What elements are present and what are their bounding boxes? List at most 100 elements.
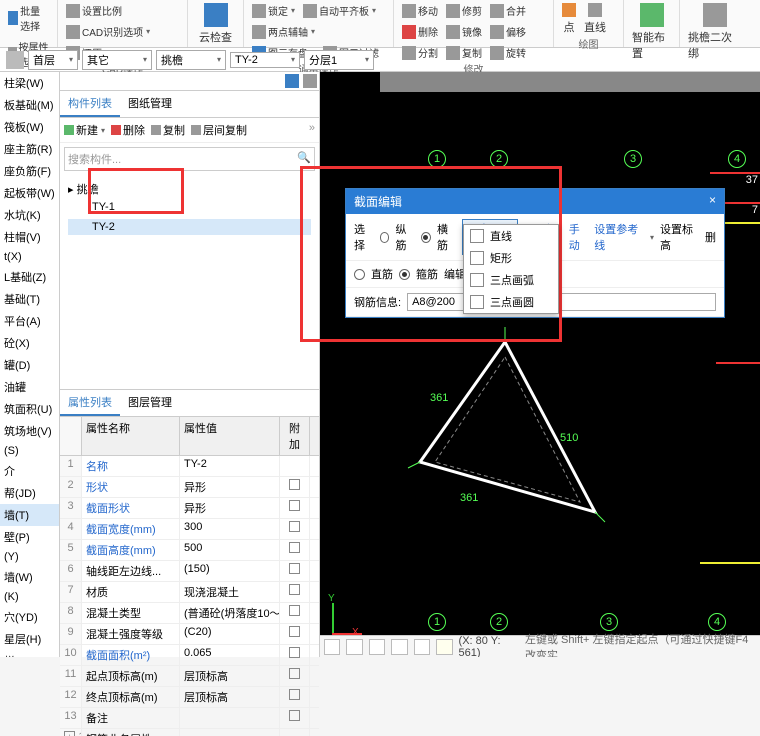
nav-item[interactable]: 墙(T) — [0, 504, 59, 526]
menu-rect[interactable]: 矩形 — [464, 247, 558, 269]
split[interactable]: 分割 — [400, 44, 440, 61]
search-input[interactable]: 搜索构件... 🔍 — [64, 147, 315, 171]
prop-row[interactable]: 5截面高度(mm)500 — [60, 540, 319, 561]
rotate[interactable]: 旋转 — [488, 44, 528, 61]
menu-3pt-circle[interactable]: 三点画圆 — [464, 291, 558, 313]
set-scale[interactable]: 设置比例 — [64, 2, 124, 19]
category-combo[interactable]: 其它▾ — [82, 50, 152, 70]
move[interactable]: 移动 — [400, 2, 440, 19]
nav-item[interactable]: 起板带(W) — [0, 182, 59, 204]
nav-item[interactable]: 水坑(K) — [0, 204, 59, 226]
nav-item[interactable]: 罐(D) — [0, 354, 59, 376]
prop-row[interactable]: 9混凝土强度等级(C20) — [60, 624, 319, 645]
prop-row[interactable]: 8混凝土类型(普通砼(坍落度10～90... — [60, 603, 319, 624]
menu-3pt-arc[interactable]: 三点画弧 — [464, 269, 558, 291]
tree-item-ty2[interactable]: TY-2 — [68, 219, 311, 235]
tree-item-ty1[interactable]: TY-1 — [68, 199, 311, 215]
prop-row[interactable]: 7材质现浇混凝土 — [60, 582, 319, 603]
tab-components[interactable]: 构件列表 — [60, 91, 120, 117]
close-icon[interactable]: × — [709, 193, 716, 210]
link-set-ref[interactable]: 设置参考线 — [594, 221, 643, 253]
layer-copy-button[interactable]: 层间复制 — [191, 122, 247, 138]
nav-item[interactable]: 介 — [0, 460, 59, 482]
link-manual[interactable]: 手动 — [569, 221, 589, 253]
merge[interactable]: 合并 — [488, 2, 528, 19]
prop-row[interactable]: 2形状异形 — [60, 477, 319, 498]
auto-level[interactable]: 自动平齐板▾ — [301, 2, 378, 19]
nav-item[interactable]: 柱梁(W) — [0, 72, 59, 94]
tree-root[interactable]: ▸ 挑檐 — [68, 179, 311, 199]
cad-options[interactable]: CAD识别选项▾ — [64, 23, 152, 40]
prop-row[interactable]: 6轴线距左边线...(150) — [60, 561, 319, 582]
nav-item[interactable]: 筏板(W) — [0, 116, 59, 138]
nav-item[interactable]: 座负筋(F) — [0, 160, 59, 182]
sb-btn[interactable] — [414, 639, 430, 655]
lock[interactable]: 锁定▾ — [250, 2, 297, 19]
radio-straight[interactable] — [354, 269, 365, 280]
nav-item[interactable]: 帮(JD) — [0, 482, 59, 504]
sb-btn[interactable] — [369, 639, 385, 655]
prop-row[interactable]: 1名称TY-2 — [60, 456, 319, 477]
nav-item[interactable]: 砼(X) — [0, 332, 59, 354]
sb-btn[interactable] — [436, 639, 452, 655]
rebar-info-input[interactable]: A8@200 — [407, 293, 716, 311]
prop-row[interactable]: 11起点顶标高(m)层顶标高 — [60, 666, 319, 687]
canvas[interactable]: 1 2 3 4 1 2 3 4 37 7 全部纵筋 ZJ 361 510 361 — [320, 72, 760, 657]
link-set-elev[interactable]: 设置标高 — [660, 221, 699, 253]
tab-properties[interactable]: 属性列表 — [60, 390, 120, 416]
trim[interactable]: 修剪 — [444, 2, 484, 19]
batch-select[interactable]: 批量选择 — [6, 2, 51, 34]
nav-item[interactable]: 梯(R) — [0, 650, 59, 657]
nav-item[interactable]: 星层(H) — [0, 628, 59, 650]
nav-item[interactable]: 油罐 — [0, 376, 59, 398]
offset[interactable]: 偏移 — [488, 23, 528, 40]
cloud-check[interactable]: 云检查 — [194, 2, 237, 46]
menu-line[interactable]: 直线 — [464, 225, 558, 247]
prop-row[interactable]: 3截面形状异形 — [60, 498, 319, 519]
prop-row[interactable]: + 14钢筋业务属性 — [60, 729, 319, 736]
aux-axis[interactable]: 两点辅轴▾ — [250, 23, 317, 40]
nav-item[interactable]: t(X) — [0, 248, 59, 266]
nav-item[interactable]: 壁(P) — [0, 526, 59, 548]
nav-item[interactable]: 墙(W) — [0, 566, 59, 588]
type-combo[interactable]: 挑檐▾ — [156, 50, 226, 70]
radio-longitudinal[interactable] — [380, 232, 390, 243]
tab-drawings[interactable]: 图纸管理 — [120, 91, 180, 117]
floor-combo[interactable]: 首层▾ — [28, 50, 78, 70]
line-tool[interactable]: 直线 — [582, 2, 608, 36]
component-combo[interactable]: TY-2▾ — [230, 52, 300, 68]
delete[interactable]: 删除 — [400, 23, 440, 40]
nav-item[interactable]: (K) — [0, 588, 59, 606]
prop-row[interactable]: 13备注 — [60, 708, 319, 729]
filter-icon[interactable] — [6, 51, 24, 69]
eave-rebar[interactable]: 挑檐二次绑 — [686, 2, 744, 62]
nav-item[interactable]: 基础(T) — [0, 288, 59, 310]
sb-btn[interactable] — [391, 639, 407, 655]
prop-row[interactable]: 12终点顶标高(m)层顶标高 — [60, 687, 319, 708]
copy[interactable]: 复制 — [444, 44, 484, 61]
nav-item[interactable]: 筑场地(V) — [0, 420, 59, 442]
nav-item[interactable]: 穴(YD) — [0, 606, 59, 628]
list-view-icon[interactable] — [285, 74, 299, 88]
point-tool[interactable]: 点 — [560, 2, 578, 36]
mirror[interactable]: 镜像 — [444, 23, 484, 40]
new-button[interactable]: 新建▾ — [64, 122, 105, 138]
radio-transverse[interactable] — [421, 232, 431, 243]
nav-item[interactable]: 平台(A) — [0, 310, 59, 332]
radio-stirrup[interactable] — [399, 269, 410, 280]
prop-row[interactable]: 4截面宽度(mm)300 — [60, 519, 319, 540]
copy-button[interactable]: 复制 — [151, 122, 185, 138]
layer-combo[interactable]: 分层1▾ — [304, 50, 374, 70]
link-del[interactable]: 删 — [705, 229, 716, 245]
nav-item[interactable]: 柱帽(V) — [0, 226, 59, 248]
smart-layout[interactable]: 智能布置 — [630, 2, 673, 62]
tab-layers[interactable]: 图层管理 — [120, 390, 180, 416]
nav-item[interactable]: 筑面积(U) — [0, 398, 59, 420]
prop-row[interactable]: 10截面面积(m²)0.065 — [60, 645, 319, 666]
nav-item[interactable]: L基础(Z) — [0, 266, 59, 288]
nav-item[interactable]: 板基础(M) — [0, 94, 59, 116]
nav-item[interactable]: (Y) — [0, 548, 59, 566]
sb-btn[interactable] — [324, 639, 340, 655]
delete-button[interactable]: 删除 — [111, 122, 145, 138]
grid-view-icon[interactable] — [303, 74, 317, 88]
